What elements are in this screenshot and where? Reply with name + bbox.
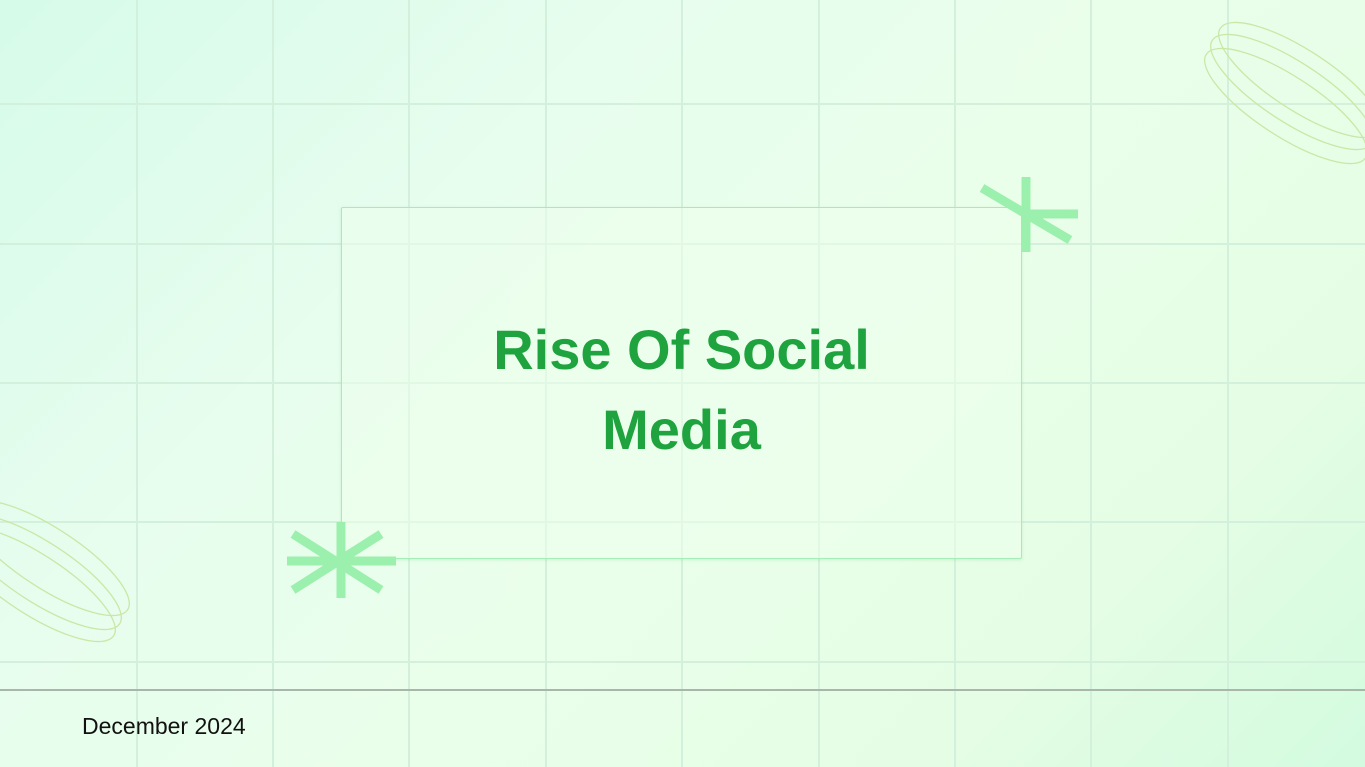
oval-rings-bottom-left bbox=[0, 499, 130, 643]
oval-rings-top-right bbox=[1204, 21, 1365, 165]
footer-date: December 2024 bbox=[82, 713, 246, 739]
slide-title: Rise Of Social Media bbox=[342, 310, 1021, 470]
asterisk-icon bbox=[979, 177, 1078, 252]
slide-title-line-2: Media bbox=[602, 398, 761, 461]
asterisk-icon bbox=[287, 522, 396, 598]
presentation-slide: Rise Of Social Media December 2024 bbox=[0, 0, 1365, 767]
title-card: Rise Of Social Media bbox=[341, 207, 1022, 559]
slide-title-line-1: Rise Of Social bbox=[493, 318, 870, 381]
footer-divider bbox=[0, 689, 1365, 691]
